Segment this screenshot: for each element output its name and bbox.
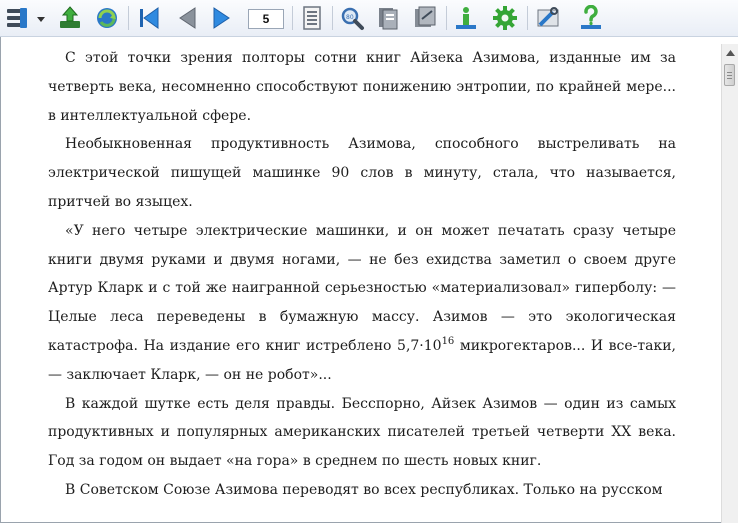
paragraph: В Советском Союзе Азимова переводят во в… [65, 481, 663, 498]
grip-line [727, 75, 732, 76]
toolbar: 80 [0, 0, 738, 37]
paragraph: С этой точки зрения полторы сотни книг А… [48, 50, 676, 124]
svg-text:80: 80 [346, 14, 354, 21]
paragraph: Необыкновенная продуктивность Азимова, с… [48, 136, 676, 210]
exponent: 16 [441, 335, 455, 347]
toolbar-separator [527, 6, 528, 30]
grip-line [727, 72, 732, 73]
notes-icon[interactable] [410, 3, 440, 33]
paragraph: «У него четыре электрические машинки, и … [48, 217, 676, 390]
toolbar-separator [446, 6, 447, 30]
tools-icon[interactable] [533, 3, 563, 33]
zoom-icon[interactable]: 80 [337, 3, 367, 33]
contents-icon[interactable] [373, 3, 403, 33]
add-book-icon[interactable] [55, 3, 85, 33]
next-page-icon[interactable] [207, 3, 237, 33]
toolbar-separator [128, 6, 129, 30]
grip-line [727, 78, 732, 79]
info-icon[interactable] [451, 3, 481, 33]
settings-gear-icon[interactable] [490, 3, 520, 33]
vertical-scrollbar[interactable] [721, 44, 738, 523]
scroll-up-arrow-icon[interactable] [722, 44, 738, 61]
previous-page-icon[interactable] [172, 3, 202, 33]
help-icon[interactable] [576, 3, 606, 33]
refresh-globe-icon[interactable] [92, 3, 122, 33]
toolbar-separator [332, 6, 333, 30]
page-layout-icon[interactable] [297, 3, 327, 33]
scrollbar-thumb[interactable] [724, 64, 735, 86]
menu-icon[interactable] [2, 3, 32, 33]
page-number-input[interactable] [248, 9, 284, 29]
dropdown-arrow-icon[interactable] [34, 3, 48, 33]
paragraph: В каждой шутке есть деля правды. Бесспор… [48, 395, 676, 470]
book-text: С этой точки зрения полторы сотни книг А… [48, 44, 676, 505]
first-page-icon[interactable] [134, 3, 164, 33]
paragraph-text: «У него четыре электрические машинки, и … [48, 222, 676, 354]
toolbar-separator [292, 6, 293, 30]
